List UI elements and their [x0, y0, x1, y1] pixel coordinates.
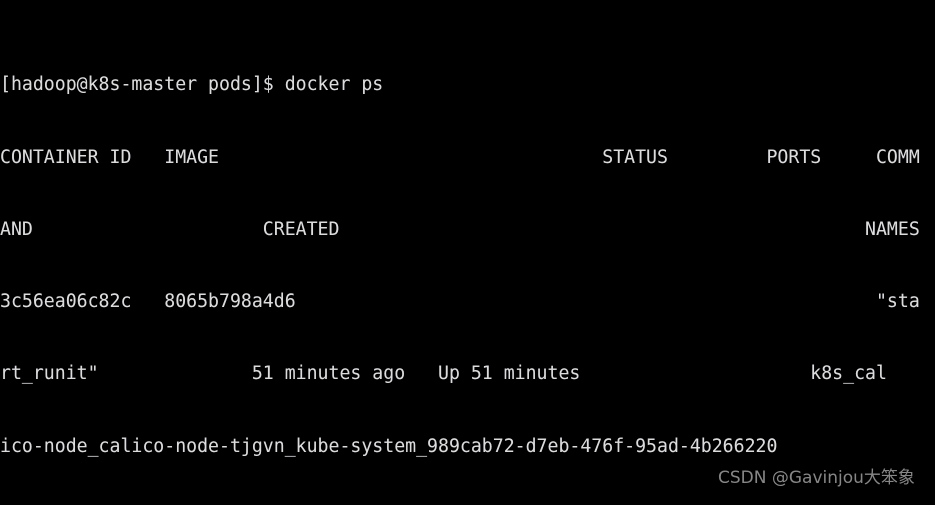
csdn-watermark: CSDN @Gavinjou大笨象 [718, 468, 915, 488]
terminal-line-header-2: AND CREATED NAMES [0, 218, 920, 240]
terminal-line-row1-c: ico-node_calico-node-tjgvn_kube-system_9… [0, 435, 778, 457]
terminal-output-pane[interactable]: [hadoop@k8s-master pods]$ docker ps CONT… [0, 0, 935, 505]
terminal-line-header-1: CONTAINER ID IMAGE STATUS PORTS COMM [0, 146, 920, 168]
terminal-line-row1-b: rt_runit" 51 minutes ago Up 51 minutes k… [0, 363, 887, 385]
terminal-line-command: [hadoop@k8s-master pods]$ docker ps [0, 74, 384, 96]
terminal-line-row1-a: 3c56ea06c82c 8065b798a4d6 "sta [0, 291, 920, 313]
